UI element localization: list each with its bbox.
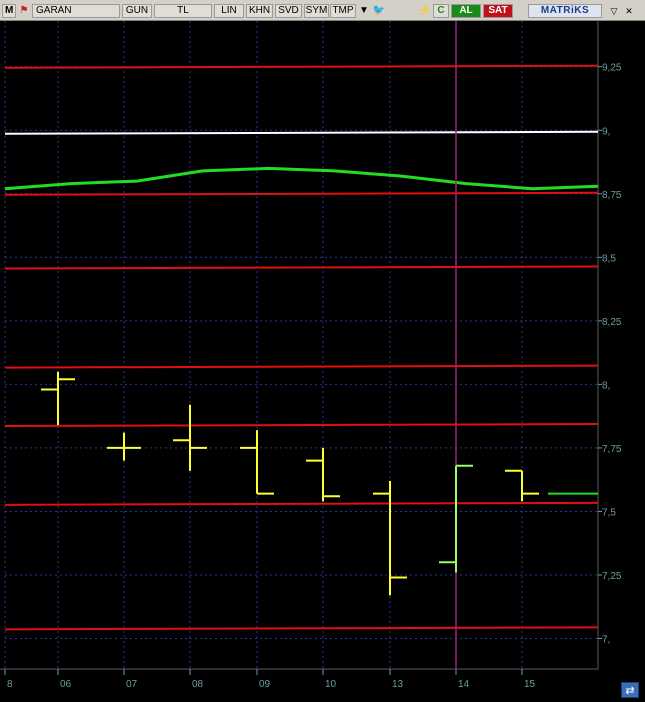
x-tick-label: 13	[392, 679, 404, 690]
x-tick-label: 06	[60, 679, 72, 690]
y-tick-label: 8,5	[602, 253, 616, 264]
price-chart[interactable]: 9,25 9, 8,75 8,5 8,25 8, 7,75 7,5 7,25 7, 8 06 07 08 0…	[0, 21, 645, 702]
y-tick-label: 8,75	[602, 190, 622, 201]
menu-button[interactable]: M	[2, 4, 16, 18]
y-tick-label: 7,	[602, 635, 610, 646]
y-tick-label: 9,	[602, 126, 610, 137]
chart-canvas[interactable]: 9,25 9, 8,75 8,5 8,25 8, 7,75 7,5 7,25 7, 8 06 07 08 0…	[0, 21, 645, 702]
currency-button[interactable]: TL	[154, 4, 212, 18]
sell-button[interactable]: SAT	[483, 4, 513, 18]
y-tick-label: 7,25	[602, 571, 622, 582]
refresh-button[interactable]: C	[433, 4, 449, 18]
x-tick-label: 8	[7, 679, 13, 690]
y-tick-label: 9,25	[602, 63, 622, 74]
brand-logo: MATRiKS	[528, 4, 602, 18]
minimize-icon[interactable]: ▽	[607, 4, 621, 18]
x-tick-label: 15	[524, 679, 536, 690]
y-tick-label: 8,25	[602, 317, 622, 328]
dropdown-icon[interactable]: ▼	[357, 4, 371, 18]
close-icon[interactable]: ✕	[622, 4, 636, 18]
sync-icon[interactable]: ⇄	[621, 682, 639, 698]
x-tick-label: 14	[458, 679, 470, 690]
period-button[interactable]: GUN	[122, 4, 152, 18]
flag-icon[interactable]: ⚑	[17, 4, 31, 18]
buy-button[interactable]: AL	[451, 4, 481, 18]
x-tick-label: 10	[325, 679, 337, 690]
x-tick-label: 07	[126, 679, 138, 690]
symbol-field[interactable]: GARAN	[32, 4, 120, 18]
sym-button[interactable]: SYM	[304, 4, 329, 18]
y-tick-label: 8,	[602, 380, 610, 391]
y-tick-label: 7,5	[602, 507, 616, 518]
khn-button[interactable]: KHN	[246, 4, 273, 18]
tmp-button[interactable]: TMP	[330, 4, 356, 18]
x-tick-label: 08	[192, 679, 204, 690]
chart-toolbar: M ⚑ GARAN GUN TL LIN KHN SVD SYM TMP ▼ 🐦…	[0, 0, 645, 21]
lightning-icon[interactable]: ⚡	[418, 4, 432, 18]
lin-button[interactable]: LIN	[214, 4, 244, 18]
y-tick-label: 7,75	[602, 444, 622, 455]
svd-button[interactable]: SVD	[275, 4, 302, 18]
twitter-icon[interactable]: 🐦	[372, 4, 386, 18]
x-tick-label: 09	[259, 679, 271, 690]
